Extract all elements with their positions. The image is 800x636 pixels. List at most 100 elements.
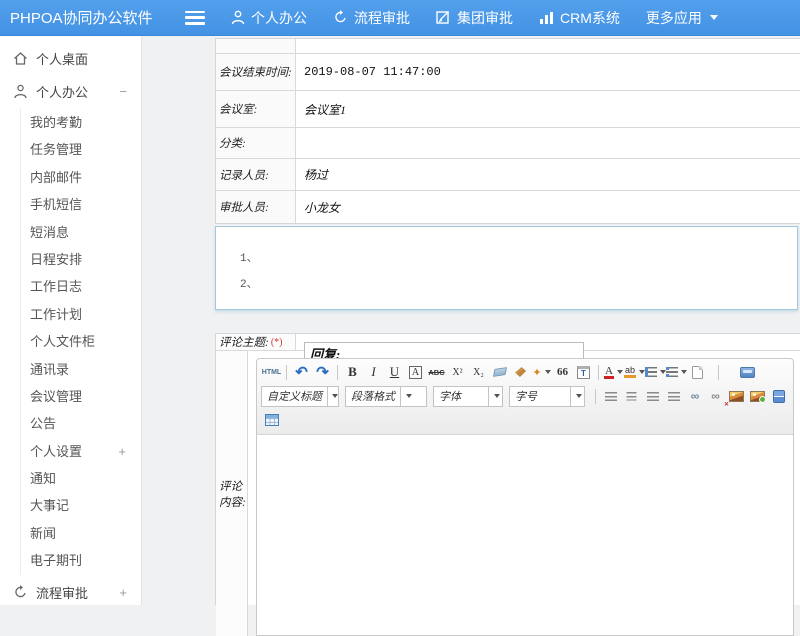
subscript-button[interactable]: X₂ [468,362,489,382]
sidebar-item-announcements[interactable]: 公告 [21,410,141,437]
sidebar-item-meetings[interactable]: 会议管理 [21,383,141,410]
table-icon [265,414,279,426]
sidebar-item-sms[interactable]: 手机短信 [21,191,141,218]
rich-text-editor: HTML ↶ ↷ B I U A ABC X² X₂ [256,358,794,636]
unordered-list-icon [666,367,678,377]
bold-button[interactable]: B [342,362,363,382]
heading-dropdown[interactable]: 自定义标题 [261,386,339,407]
align-right-button[interactable] [642,386,663,406]
underline-button[interactable]: U [384,362,405,382]
new-page-button[interactable] [687,362,708,382]
insert-image-button[interactable] [726,386,747,406]
minutes-line: 2、 [240,275,797,301]
nav-more-apps[interactable]: 更多应用 [646,8,718,28]
sidebar-section-workflow[interactable]: 流程审批 + [0,575,141,611]
align-center-button[interactable] [621,386,642,406]
superscript-button[interactable]: X² [447,362,468,382]
table-row-recorder: 记录人员: 杨过 [216,159,800,191]
table-row-category: 分类: [216,128,800,159]
sidebar-item-internal-mail[interactable]: 内部邮件 [21,164,141,191]
broom-icon [515,367,526,377]
meeting-minutes-box: 1、 2、 [215,226,798,310]
sidebar-item-contacts[interactable]: 通讯录 [21,356,141,383]
sidebar-item-schedule[interactable]: 日程安排 [21,246,141,273]
align-left-button[interactable] [600,386,621,406]
sidebar-item-news[interactable]: 新闻 [21,520,141,547]
blockquote-button[interactable]: 66 [552,362,573,382]
flow-icon [333,10,348,25]
nav-crm-system[interactable]: CRM系统 [539,8,620,28]
sidebar-item-ejournal[interactable]: 电子期刊 [21,547,141,574]
ordered-list-button[interactable] [645,362,666,382]
monitor-icon [740,367,755,378]
flow-icon [13,585,28,600]
nav-group-approval[interactable]: 集团审批 [436,8,513,28]
italic-button[interactable]: I [363,362,384,382]
strikethrough-button[interactable]: ABC [426,362,447,382]
auto-typeset-button[interactable]: ✦ [531,362,552,382]
source-code-button[interactable]: HTML [261,362,282,382]
sidebar-section-personal-office[interactable]: 个人办公 − [0,73,141,109]
comment-content-label: 评论内容: [216,351,248,636]
required-mark: (*) [271,337,283,348]
sidebar-item-attendance[interactable]: 我的考勤 [21,109,141,136]
expand-icon[interactable]: + [118,438,126,465]
caret-down-icon [406,394,412,398]
paste-word-button[interactable]: T [573,362,594,382]
font-size-dropdown[interactable]: 字号 [509,386,585,407]
highlight-color-button[interactable]: ab [624,362,645,382]
caret-down-icon [494,394,500,398]
nav-workflow-approval[interactable]: 流程审批 [333,8,410,28]
sidebar-item-notices[interactable]: 通知 [21,465,141,492]
field-value: 会议室1 [296,91,800,127]
sidebar-item-short-message[interactable]: 短消息 [21,219,141,246]
field-label: 分类: [216,128,296,158]
redo-button[interactable]: ↷ [312,362,333,382]
toolbar-row-3 [261,409,789,431]
media-icon [773,390,785,403]
screenshot-button[interactable] [747,386,768,406]
eraser-icon [492,367,506,377]
main-content: 会议结束时间: 2019-08-07 11:47:00 会议室: 会议室1 分类… [143,36,800,605]
remove-format-button[interactable] [510,362,531,382]
paragraph-format-dropdown[interactable]: 段落格式 [345,386,427,407]
sidebar-item-file-cabinet[interactable]: 个人文件柜 [21,328,141,355]
caret-down-icon [617,370,623,374]
comment-subject-row: 评论主题: (*) [216,334,800,351]
field-label: 记录人员: [216,159,296,190]
font-color-button[interactable]: A [603,362,624,382]
menu-toggle-icon[interactable] [185,11,205,25]
sidebar-item-tasks[interactable]: 任务管理 [21,136,141,163]
remove-link-button[interactable]: ∞ [705,386,726,406]
unordered-list-button[interactable] [666,362,687,382]
sidebar: 个人桌面 个人办公 − 我的考勤 任务管理 内部邮件 手机短信 短消息 日程安排… [0,36,142,605]
minutes-line: 1、 [240,249,797,275]
editor-content-area[interactable] [257,435,793,635]
caret-down-icon [545,370,551,374]
undo-button[interactable]: ↶ [291,362,312,382]
font-family-dropdown[interactable]: 字体 [433,386,503,407]
ordered-list-icon [645,367,657,377]
insert-media-button[interactable] [768,386,789,406]
insert-table-button[interactable] [261,410,282,430]
expand-icon[interactable]: + [119,585,127,600]
sidebar-item-work-plan[interactable]: 工作计划 [21,301,141,328]
edit-icon [436,10,451,25]
eraser-button[interactable] [489,362,510,382]
nav-personal-office[interactable]: 个人办公 [231,8,307,28]
field-value: 杨过 [296,159,800,190]
insert-link-button[interactable]: ∞ [684,386,705,406]
preview-button[interactable] [737,362,758,382]
editor-toolbar: HTML ↶ ↷ B I U A ABC X² X₂ [257,359,793,435]
align-right-icon [647,392,659,401]
sidebar-item-work-log[interactable]: 工作日志 [21,273,141,300]
topbar: PHPOA协同办公软件 个人办公 流程审批 集团审批 CRM系统 [0,0,800,36]
sidebar-item-personal-settings[interactable]: 个人设置+ [21,438,141,465]
sidebar-item-desktop[interactable]: 个人桌面 [0,43,141,73]
field-value: 2019-08-07 11:47:00 [296,54,800,90]
sidebar-item-memorabilia[interactable]: 大事记 [21,492,141,519]
justify-button[interactable] [663,386,684,406]
font-border-button[interactable]: A [409,366,422,379]
comment-content-row: 评论内容: HTML ↶ ↷ B I U [216,351,800,636]
collapse-icon[interactable]: − [119,84,127,99]
